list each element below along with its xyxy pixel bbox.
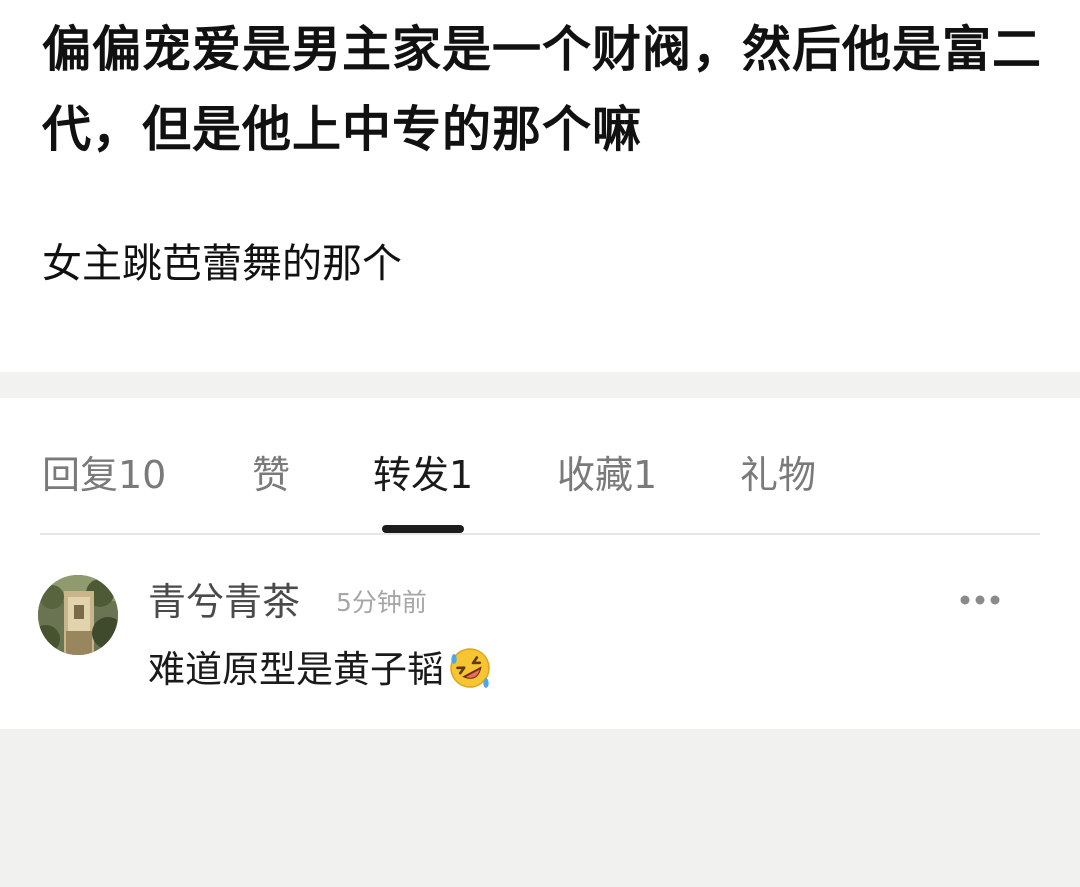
section-divider: [0, 372, 1080, 398]
tab-bar: 回复10 赞 转发1 收藏1 礼物: [0, 398, 1080, 535]
post-title: 偏偏宠爱是男主家是一个财阀，然后他是富二代，但是他上中专的那个嘛: [42, 21, 1043, 158]
comment-text: 难道原型是黄子韬: [148, 648, 444, 691]
tab-favorites[interactable]: 收藏1: [557, 448, 657, 502]
more-dots-icon[interactable]: [956, 587, 1004, 613]
comment-text-row: 难道原型是黄子韬: [148, 645, 492, 695]
rolling-on-floor-laughing-emoji-icon: [448, 646, 492, 690]
post-body-text: 女主跳芭蕾舞的那个: [42, 241, 402, 287]
tab-likes[interactable]: 赞: [252, 448, 290, 502]
tab-gifts[interactable]: 礼物: [740, 448, 816, 502]
interaction-panel: 回复10 赞 转发1 收藏1 礼物 青兮青茶 5分钟前 难道原型是黄子韬: [0, 398, 1080, 729]
post-content: 偏偏宠爱是男主家是一个财阀，然后他是富二代，但是他上中专的那个嘛 女主跳芭蕾舞的…: [0, 0, 1080, 372]
comment-author-name[interactable]: 青兮青茶: [148, 577, 300, 627]
comment-timestamp: 5分钟前: [336, 588, 427, 617]
tab-replies[interactable]: 回复10: [42, 448, 166, 502]
more-dots-glyph: [960, 595, 1000, 605]
avatar-image: [38, 575, 118, 655]
emoji-glyph: [450, 648, 490, 688]
comment-item: 青兮青茶 5分钟前 难道原型是黄子韬: [0, 535, 1080, 729]
active-tab-indicator: [382, 525, 464, 533]
tab-reposts[interactable]: 转发1: [373, 448, 473, 502]
empty-bottom-area: [0, 729, 1080, 887]
avatar[interactable]: [38, 575, 118, 655]
